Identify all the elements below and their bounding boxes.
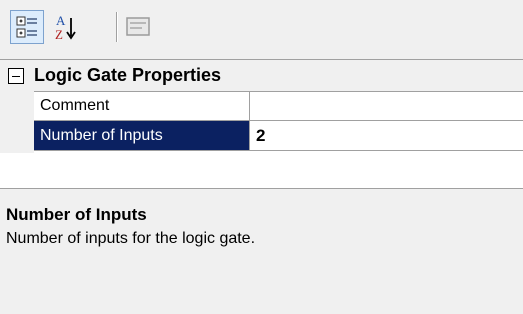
- svg-text:Z: Z: [55, 27, 63, 42]
- description-text: Number of inputs for the logic gate.: [6, 230, 256, 247]
- svg-text:A: A: [56, 13, 66, 28]
- description-pane: Number of Inputs Number of inputs for th…: [0, 188, 523, 314]
- property-value[interactable]: 2: [250, 121, 523, 151]
- sort-alphabetical-icon: A Z: [55, 13, 76, 42]
- alphabetical-sort-button[interactable]: A Z: [48, 10, 82, 44]
- property-value[interactable]: [250, 91, 523, 121]
- property-name[interactable]: Comment: [34, 91, 250, 121]
- property-row-comment[interactable]: Comment: [34, 91, 523, 121]
- category-label: Logic Gate Properties: [34, 65, 222, 85]
- collapse-icon[interactable]: [8, 68, 24, 84]
- grid-left-margin: [0, 91, 34, 153]
- property-pages-icon: [126, 17, 150, 36]
- description-title: Number of Inputs: [6, 205, 147, 224]
- property-row-number-of-inputs[interactable]: Number of Inputs 2: [34, 121, 523, 151]
- property-pages-button[interactable]: [121, 10, 155, 44]
- property-name[interactable]: Number of Inputs: [34, 121, 250, 151]
- categorized-view-button[interactable]: [10, 10, 44, 44]
- category-row[interactable]: Logic Gate Properties: [0, 60, 523, 92]
- property-grid: Logic Gate Properties Comment Number of …: [0, 59, 523, 188]
- toolbar-separator-highlight: [117, 12, 118, 42]
- categorized-view-icon: [16, 16, 37, 38]
- property-grid-toolbar: A Z: [0, 0, 523, 59]
